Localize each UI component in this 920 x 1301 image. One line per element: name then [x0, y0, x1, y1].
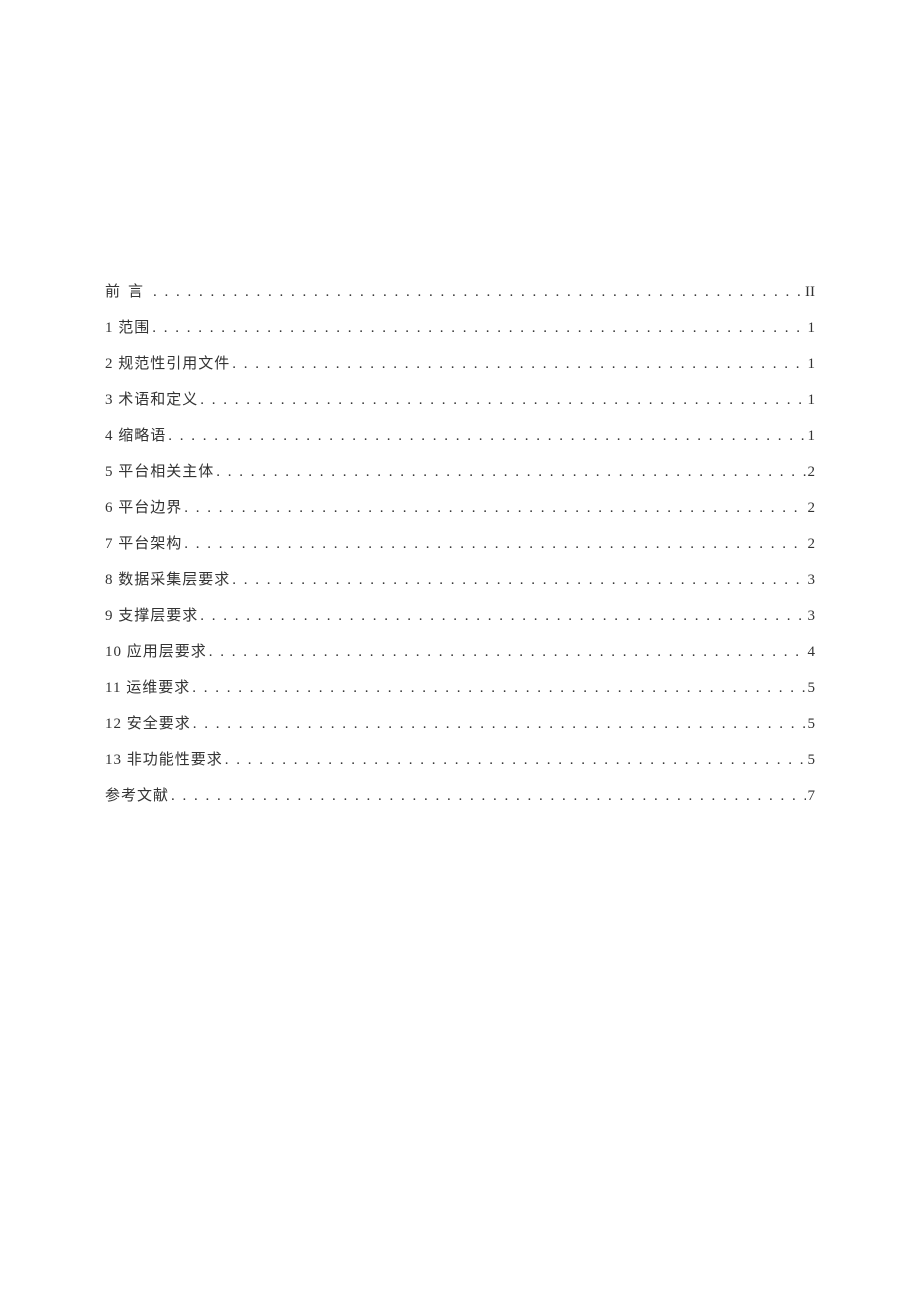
toc-entry-label: 5 平台相关主体 — [105, 460, 214, 484]
toc-entry-label: 11 运维要求 — [105, 676, 190, 700]
toc-leader-dots: . . . . . . . . . . . . . . . . . . . . … — [193, 712, 806, 736]
toc-entry-page: 2 — [808, 496, 816, 520]
toc-entry: 前言. . . . . . . . . . . . . . . . . . . … — [105, 280, 815, 304]
toc-leader-dots: . . . . . . . . . . . . . . . . . . . . … — [171, 784, 805, 808]
table-of-contents: 前言. . . . . . . . . . . . . . . . . . . … — [105, 280, 815, 808]
toc-entry-label: 9 支撑层要求 — [105, 604, 198, 628]
toc-entry-label: 8 数据采集层要求 — [105, 568, 230, 592]
toc-entry-label: 参考文献 — [105, 784, 169, 808]
toc-leader-dots: . . . . . . . . . . . . . . . . . . . . … — [168, 424, 805, 448]
toc-entry-page: 7 — [808, 784, 816, 808]
toc-leader-dots: . . . . . . . . . . . . . . . . . . . . … — [209, 640, 806, 664]
toc-entry-page: 2 — [808, 532, 816, 556]
toc-entry-label: 10 应用层要求 — [105, 640, 207, 664]
toc-entry-label: 13 非功能性要求 — [105, 748, 223, 772]
toc-entry: 9 支撑层要求. . . . . . . . . . . . . . . . .… — [105, 604, 815, 628]
toc-entry: 1 范围. . . . . . . . . . . . . . . . . . … — [105, 316, 815, 340]
toc-entry-label: 7 平台架构 — [105, 532, 182, 556]
toc-entry: 7 平台架构. . . . . . . . . . . . . . . . . … — [105, 532, 815, 556]
toc-entry-page: 4 — [808, 640, 816, 664]
toc-entry: 2 规范性引用文件. . . . . . . . . . . . . . . .… — [105, 352, 815, 376]
toc-entry: 12 安全要求. . . . . . . . . . . . . . . . .… — [105, 712, 815, 736]
toc-leader-dots: . . . . . . . . . . . . . . . . . . . . … — [225, 748, 806, 772]
toc-entry-label: 6 平台边界 — [105, 496, 182, 520]
toc-entry-page: 1 — [808, 424, 816, 448]
toc-entry: 11 运维要求. . . . . . . . . . . . . . . . .… — [105, 676, 815, 700]
toc-leader-dots: . . . . . . . . . . . . . . . . . . . . … — [152, 316, 805, 340]
toc-entry: 参考文献. . . . . . . . . . . . . . . . . . … — [105, 784, 815, 808]
toc-entry-label: 1 范围 — [105, 316, 150, 340]
toc-entry: 5 平台相关主体. . . . . . . . . . . . . . . . … — [105, 460, 815, 484]
toc-entry-page: 3 — [808, 604, 816, 628]
toc-entry-page: 5 — [808, 748, 816, 772]
toc-leader-dots: . . . . . . . . . . . . . . . . . . . . … — [232, 352, 805, 376]
toc-entry-page: 1 — [808, 352, 816, 376]
toc-entry: 6 平台边界. . . . . . . . . . . . . . . . . … — [105, 496, 815, 520]
toc-entry-page: 1 — [808, 388, 816, 412]
toc-entry-page: 3 — [808, 568, 816, 592]
toc-entry-page: 5 — [808, 676, 816, 700]
toc-entry-label: 4 缩略语 — [105, 424, 166, 448]
toc-entry-label: 12 安全要求 — [105, 712, 191, 736]
toc-entry: 8 数据采集层要求. . . . . . . . . . . . . . . .… — [105, 568, 815, 592]
toc-leader-dots: . . . . . . . . . . . . . . . . . . . . … — [216, 460, 805, 484]
toc-leader-dots: . . . . . . . . . . . . . . . . . . . . … — [232, 568, 805, 592]
toc-entry-page: 1 — [808, 316, 816, 340]
toc-leader-dots: . . . . . . . . . . . . . . . . . . . . … — [184, 496, 805, 520]
toc-entry-page: 5 — [808, 712, 816, 736]
toc-entry-page: 2 — [808, 460, 816, 484]
toc-leader-dots: . . . . . . . . . . . . . . . . . . . . … — [184, 532, 805, 556]
toc-entry: 13 非功能性要求. . . . . . . . . . . . . . . .… — [105, 748, 815, 772]
toc-leader-dots: . . . . . . . . . . . . . . . . . . . . … — [200, 388, 805, 412]
toc-entry-label: 2 规范性引用文件 — [105, 352, 230, 376]
toc-entry: 4 缩略语. . . . . . . . . . . . . . . . . .… — [105, 424, 815, 448]
toc-entry-label: 3 术语和定义 — [105, 388, 198, 412]
toc-entry-label: 前言 — [105, 280, 151, 304]
toc-leader-dots: . . . . . . . . . . . . . . . . . . . . … — [153, 280, 803, 304]
toc-leader-dots: . . . . . . . . . . . . . . . . . . . . … — [192, 676, 805, 700]
toc-entry-page: II — [805, 280, 815, 304]
toc-entry: 3 术语和定义. . . . . . . . . . . . . . . . .… — [105, 388, 815, 412]
toc-leader-dots: . . . . . . . . . . . . . . . . . . . . … — [200, 604, 805, 628]
toc-entry: 10 应用层要求. . . . . . . . . . . . . . . . … — [105, 640, 815, 664]
